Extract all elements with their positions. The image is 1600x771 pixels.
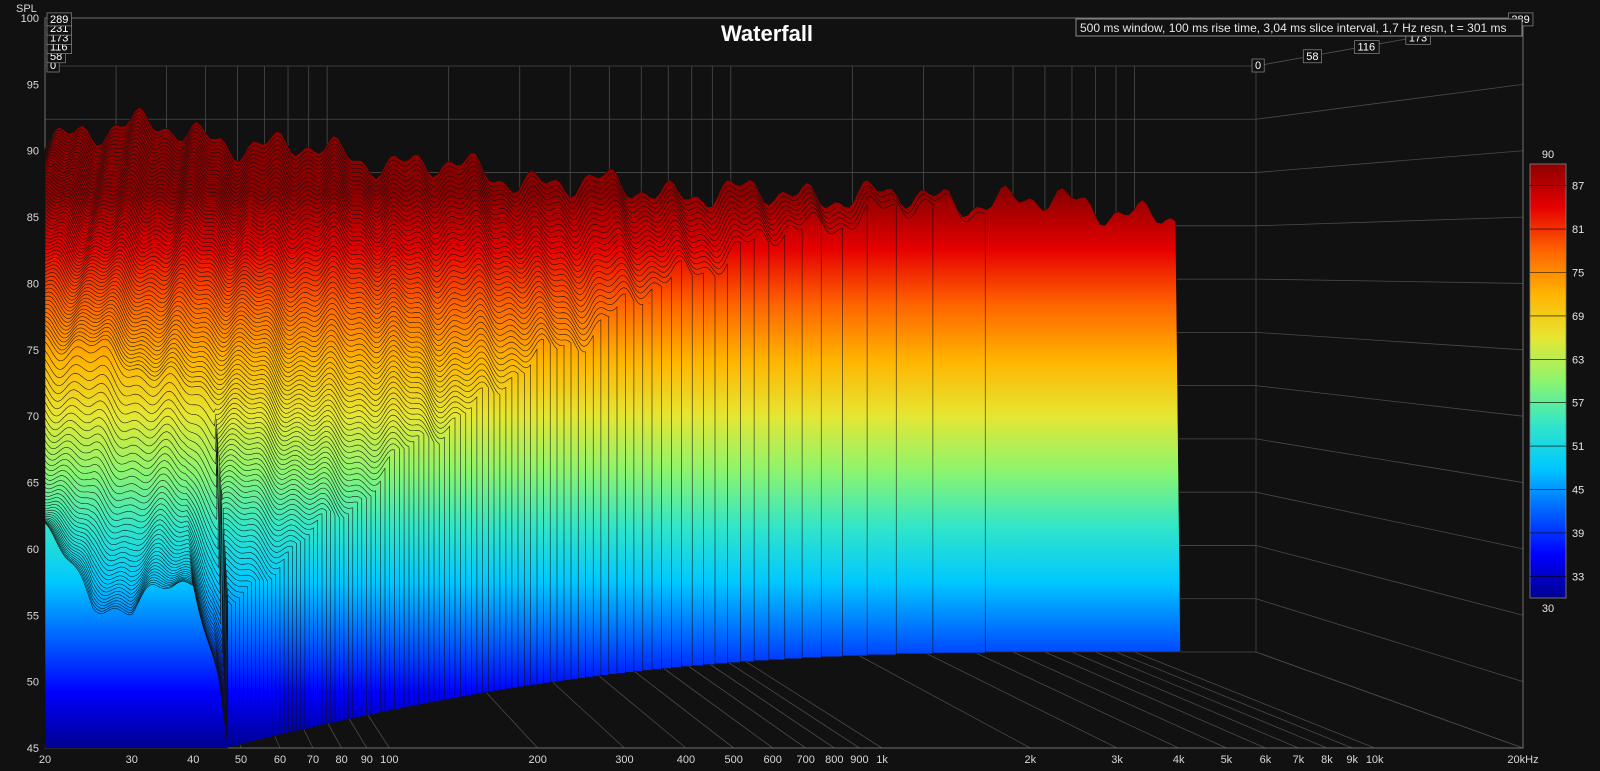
colorbar-tick-label: 51 [1572, 441, 1584, 453]
x-tick-label: 400 [677, 754, 695, 766]
time-slice-label: 58 [1302, 49, 1323, 64]
grid-hline-side [1255, 216, 1524, 227]
grid-floor-line [1115, 651, 1353, 749]
colorbar: 90 30 33 39 45 51 57 63 69 75 81 87 [1529, 149, 1584, 615]
y-tick-label: 55 [27, 610, 39, 622]
svg-text:0: 0 [1255, 60, 1261, 72]
y-tick-label: 80 [27, 278, 39, 290]
chart-title: Waterfall [721, 21, 813, 46]
grid-floor-line [691, 651, 835, 749]
x-tick-label: 60 [274, 754, 286, 766]
time-slice-label: 0 [1251, 58, 1265, 73]
y-tick-label: 60 [27, 544, 39, 556]
grid-floor-line [712, 651, 860, 749]
colorbar-tick-label: 63 [1572, 354, 1584, 366]
x-tick-label: 20 [39, 754, 51, 766]
x-tick-label: 2k [1025, 754, 1037, 766]
colorbar-min-label: 30 [1542, 603, 1554, 615]
x-tick-label: 900 [850, 754, 868, 766]
grid-hline-side [1255, 545, 1524, 616]
colorbar-tick-label: 81 [1572, 224, 1584, 236]
colorbar-tick-label: 39 [1572, 528, 1584, 540]
x-tick-label: 10k [1366, 754, 1384, 766]
y-tick-label: 50 [27, 677, 39, 689]
x-tick-label: 1k [876, 754, 888, 766]
x-tick-label: 6k [1260, 754, 1272, 766]
grid-hline-side [1255, 331, 1524, 351]
y-tick-label: 90 [27, 146, 39, 158]
x-tick-label: 5k [1221, 754, 1233, 766]
colorbar-tick-label: 45 [1572, 485, 1584, 497]
x-tick-label: 300 [615, 754, 633, 766]
grid-floor-line [973, 651, 1179, 749]
grid-floor-line [1012, 651, 1227, 749]
x-tick-label: 80 [335, 754, 347, 766]
grid-hline-side [1255, 491, 1524, 550]
y-tick-label: 85 [27, 212, 39, 224]
grid-hline-side [1255, 83, 1524, 120]
grid-floor-line [923, 651, 1118, 749]
grid-floor-line [1044, 651, 1266, 749]
grid-hline-side [1255, 150, 1524, 173]
y-tick-label: 75 [27, 345, 39, 357]
y-tick-label: 65 [27, 478, 39, 490]
waterfall-chart: 45 50 55 60 65 70 75 80 85 90 95 100 20 30 40 50 60 70 80 9… [16, 3, 1584, 766]
colorbar-max-label: 90 [1542, 149, 1554, 161]
colorbar-tick-label: 87 [1572, 181, 1584, 193]
y-tick-label: 45 [27, 743, 39, 755]
colorbar-tick-label: 75 [1572, 268, 1584, 280]
y-tick-label: 70 [27, 411, 39, 423]
x-tick-label: 800 [825, 754, 843, 766]
x-tick-label: 3k [1111, 754, 1123, 766]
info-box: 500 ms window, 100 ms rise time, 3,04 ms… [1075, 18, 1523, 37]
grid-floor-line [1095, 651, 1328, 749]
x-tick-label: 200 [528, 754, 546, 766]
x-tick-label: 7k [1293, 754, 1305, 766]
x-tick-label: 4k [1173, 754, 1185, 766]
svg-text:116: 116 [1358, 42, 1376, 54]
time-slice-label: 289 [46, 12, 72, 27]
colorbar-tick-label: 57 [1572, 398, 1584, 410]
grid-hline-side [1255, 598, 1524, 683]
x-tick-label: 100 [380, 754, 398, 766]
x-tick-label: 500 [725, 754, 743, 766]
svg-text:289: 289 [50, 14, 68, 26]
time-slice-label: 116 [1354, 40, 1380, 54]
y-axis-label: SPL [16, 3, 37, 15]
x-tick-label: 9k [1346, 754, 1358, 766]
x-tick-label: 70 [307, 754, 319, 766]
colorbar-tick-label: 69 [1572, 311, 1584, 323]
info-text: 500 ms window, 100 ms rise time, 3,04 ms… [1080, 21, 1507, 35]
x-tick-label: 700 [797, 754, 815, 766]
grid-hline-side [1255, 278, 1524, 284]
grid-hline-side [1255, 651, 1524, 749]
x-tick-label: 30 [126, 754, 138, 766]
grid-floor-line [1071, 651, 1299, 749]
colorbar-tick-label: 33 [1572, 571, 1584, 583]
x-tick-label: 40 [187, 754, 199, 766]
svg-text:58: 58 [1306, 51, 1318, 63]
y-tick-label: 95 [27, 79, 39, 91]
x-tick-label: 20kHz [1507, 754, 1538, 766]
x-tick-label: 50 [235, 754, 247, 766]
grid-hline-side [1255, 438, 1524, 483]
grid-floor-line [1134, 651, 1375, 749]
x-tick-label: 8k [1321, 754, 1333, 766]
waterfall-surface [44, 106, 1181, 749]
x-tick-label: 600 [764, 754, 782, 766]
x-tick-label: 90 [361, 754, 373, 766]
grid-hline-side [1255, 385, 1524, 417]
